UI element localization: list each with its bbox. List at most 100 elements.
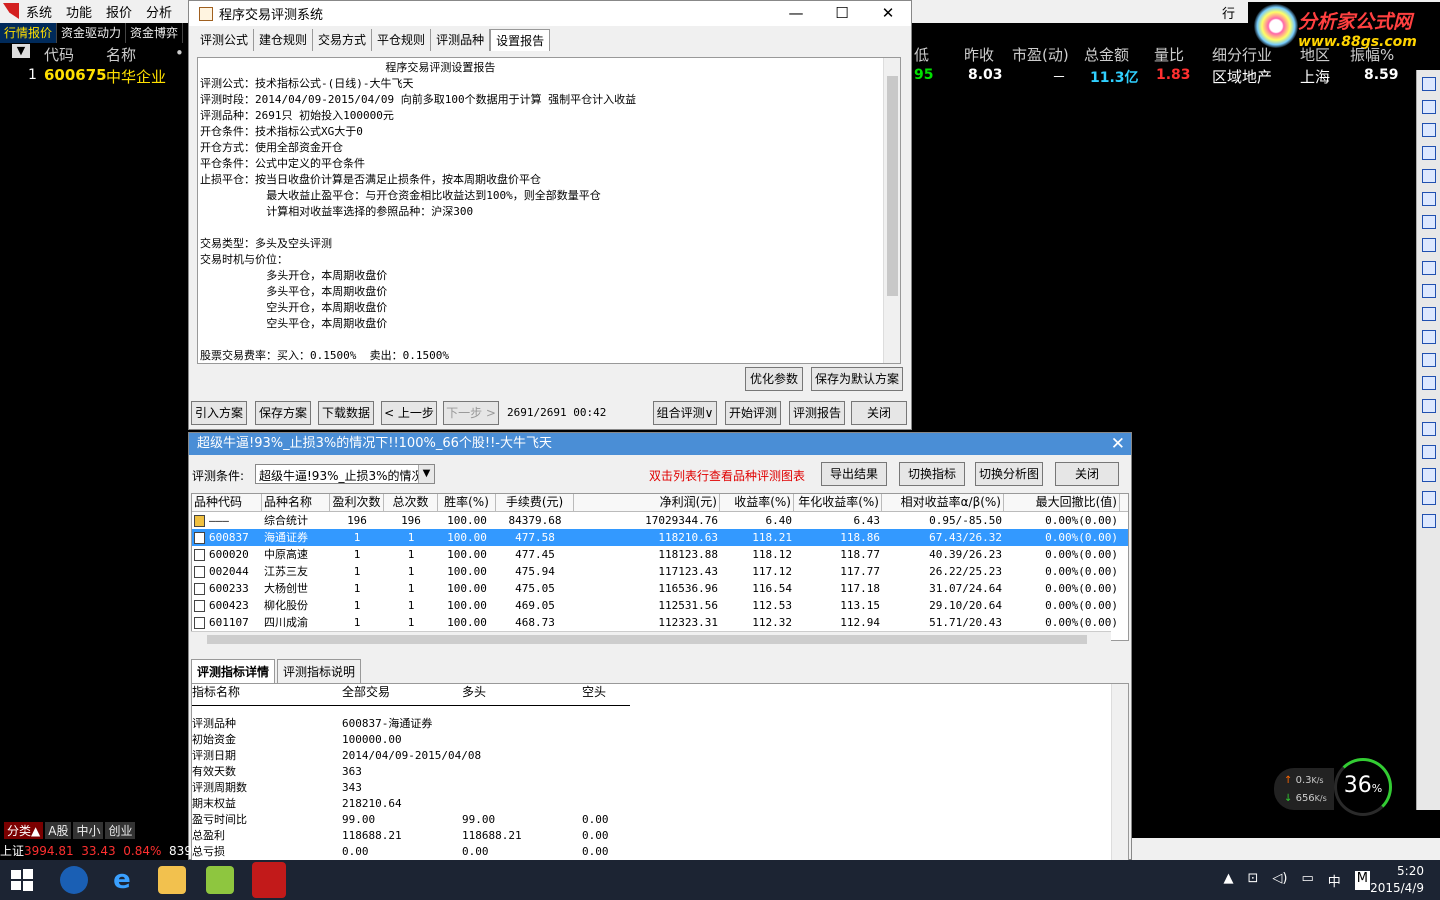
tool-icon-6[interactable] (1421, 192, 1436, 206)
combo-eval-button[interactable]: 组合评测∨ (653, 401, 717, 425)
menu-analysis[interactable]: 分析 (146, 2, 172, 21)
maximize-icon[interactable]: ☐ (819, 1, 865, 26)
optimize-button[interactable]: 优化参数 (745, 367, 803, 391)
col-vol-ratio[interactable]: 量比 (1154, 44, 1184, 65)
minimize-icon[interactable]: — (773, 1, 819, 26)
start-eval-button[interactable]: 开始评测 (725, 401, 781, 425)
tool-icon-17[interactable] (1421, 445, 1436, 459)
clock[interactable]: 5:20 2015/4/9 (1370, 863, 1424, 897)
column-header[interactable]: 总次数 (384, 494, 438, 511)
tool-icon-19[interactable] (1421, 491, 1436, 505)
col-region[interactable]: 地区 (1300, 44, 1330, 65)
col-industry[interactable]: 细分行业 (1212, 44, 1272, 65)
tool-icon-16[interactable] (1421, 422, 1436, 436)
tab-close-rule[interactable]: 平仓规则 (372, 29, 432, 51)
tab-formula[interactable]: 评测公式 (195, 29, 255, 51)
ie-browser-icon[interactable]: e (108, 866, 136, 894)
menu-system[interactable]: 系统 (26, 2, 52, 21)
kugou-icon[interactable] (60, 866, 88, 894)
menu-fragment[interactable]: 行 (1222, 3, 1235, 22)
next-step-button[interactable]: 下一步 > (443, 401, 499, 425)
export-button[interactable]: 导出结果 (821, 462, 887, 486)
tab-capital[interactable]: 资金驱动力 (57, 23, 127, 43)
column-header[interactable]: 相对收益率α/β(%) (882, 494, 1004, 511)
message-icon[interactable]: ▭ (1301, 871, 1313, 890)
report-scrollbar[interactable] (883, 58, 900, 363)
download-button[interactable]: 下载数据 (318, 401, 374, 425)
tab-category[interactable]: 分类▲ (4, 822, 44, 839)
tab-products[interactable]: 评测品种 (431, 29, 491, 51)
settings-report[interactable]: 程序交易评测设置报告 评测公式：技术指标公式-(日线)-大牛飞天 评测时段：2014… (197, 57, 901, 364)
tool-icon-18[interactable] (1421, 468, 1436, 482)
tool-icon-10[interactable] (1421, 284, 1436, 298)
volume-icon[interactable]: ◁) (1272, 871, 1287, 890)
table-row[interactable]: 600423 柳化股份 1 1 100.00 469.05 112531.56 112.53 1… (192, 597, 1128, 614)
tool-icon-14[interactable] (1421, 376, 1436, 390)
column-header[interactable]: 净利润(元) (574, 494, 720, 511)
table-row[interactable]: 600837 海通证券 1 1 100.00 477.58 118210.63 118.21 1… (192, 529, 1128, 546)
tab-sme[interactable]: 中小 (73, 822, 104, 839)
tool-icon-12[interactable] (1421, 330, 1436, 344)
switch-chart-button[interactable]: 切换分析图 (975, 462, 1043, 486)
ime-mode[interactable]: M (1354, 871, 1370, 890)
column-header[interactable]: 品种名称 (262, 494, 330, 511)
table-row[interactable]: 600233 大杨创世 1 1 100.00 475.05 116536.96 116.54 1… (192, 580, 1128, 597)
network-icon[interactable]: ⊡ (1247, 871, 1258, 890)
table-row[interactable]: 601107 四川成渝 1 1 100.00 468.73 112323.31 112.32 1… (192, 614, 1128, 631)
column-header[interactable]: 品种代码 (192, 494, 262, 511)
tool-icon-9[interactable] (1421, 261, 1436, 275)
column-header[interactable]: 最大回撤比(值) (1004, 494, 1120, 511)
tab-trade-mode[interactable]: 交易方式 (313, 29, 373, 51)
tab-explain[interactable]: 评测指标说明 (277, 659, 362, 684)
close-button[interactable]: 关闭 (851, 401, 907, 425)
tool-icon-4[interactable] (1421, 146, 1436, 160)
tool-icon-2[interactable] (1421, 100, 1436, 114)
tool-icon-7[interactable] (1421, 215, 1436, 229)
tool-icon-5[interactable] (1421, 169, 1436, 183)
switch-indicator-button[interactable]: 切换指标 (899, 462, 965, 486)
table-row[interactable]: ——— 综合统计 196 196 100.00 84379.68 17029344.76 6.… (192, 512, 1128, 529)
column-header[interactable]: 收益率(%) (720, 494, 794, 511)
column-header[interactable]: 手续费(元) (496, 494, 574, 511)
tool-icon-20[interactable] (1421, 514, 1436, 528)
tab-gem[interactable]: 创业 (105, 822, 136, 839)
tab-a-share[interactable]: A股 (45, 822, 72, 839)
menu-quote[interactable]: 报价 (106, 2, 132, 21)
tab-game[interactable]: 资金博弈 (126, 23, 184, 43)
column-header[interactable]: 盈利次数 (330, 494, 384, 511)
tab-report-settings[interactable]: 设置报告 (490, 29, 551, 51)
file-explorer-icon[interactable] (158, 866, 186, 894)
condition-select[interactable]: 超级牛逼!93%_止损3%的情况下 ▼ (255, 464, 435, 484)
chevron-down-icon[interactable]: ▼ (418, 465, 434, 483)
tool-icon-3[interactable] (1421, 123, 1436, 137)
save-plan-button[interactable]: 保存方案 (255, 401, 311, 425)
col-prev-close[interactable]: 昨收 (964, 44, 994, 65)
table-row[interactable]: 002044 江苏三友 1 1 100.00 475.94 117123.43 117.12 1… (192, 563, 1128, 580)
tool-icon-11[interactable] (1421, 307, 1436, 321)
tab-quotes[interactable]: 行情报价 (0, 23, 58, 43)
col-amplitude[interactable]: 振幅% (1350, 44, 1394, 65)
stock-app-icon[interactable] (252, 862, 286, 898)
column-header[interactable]: 胜率(%) (438, 494, 496, 511)
tab-detail[interactable]: 评测指标详情 (191, 659, 276, 684)
col-code[interactable]: 代码 (44, 44, 74, 65)
close-result-button[interactable]: 关闭 (1055, 462, 1119, 486)
tool-icon-8[interactable] (1421, 238, 1436, 252)
scroll-thumb[interactable] (887, 76, 898, 296)
row-name[interactable]: 中华企业 (106, 66, 166, 87)
col-amount[interactable]: 总金额 (1084, 44, 1129, 65)
tool-icon-15[interactable] (1421, 399, 1436, 413)
table-hscroll[interactable] (191, 631, 1111, 647)
tab-open-rule[interactable]: 建仓规则 (254, 29, 314, 51)
iqiyi-icon[interactable] (206, 866, 234, 894)
column-header[interactable]: 年化收益率(%) (794, 494, 882, 511)
close-icon[interactable]: ✕ (1111, 433, 1125, 455)
col-pe[interactable]: 市盈(动) (1012, 44, 1069, 65)
prev-step-button[interactable]: < 上一步 (381, 401, 437, 425)
col-name[interactable]: 名称 (106, 44, 136, 65)
col-low[interactable]: 低 (914, 44, 929, 65)
hscroll-thumb[interactable] (207, 635, 1087, 644)
eval-report-button[interactable]: 评测报告 (789, 401, 845, 425)
detail-scrollbar[interactable] (1111, 684, 1128, 860)
import-button[interactable]: 引入方案 (191, 401, 247, 425)
